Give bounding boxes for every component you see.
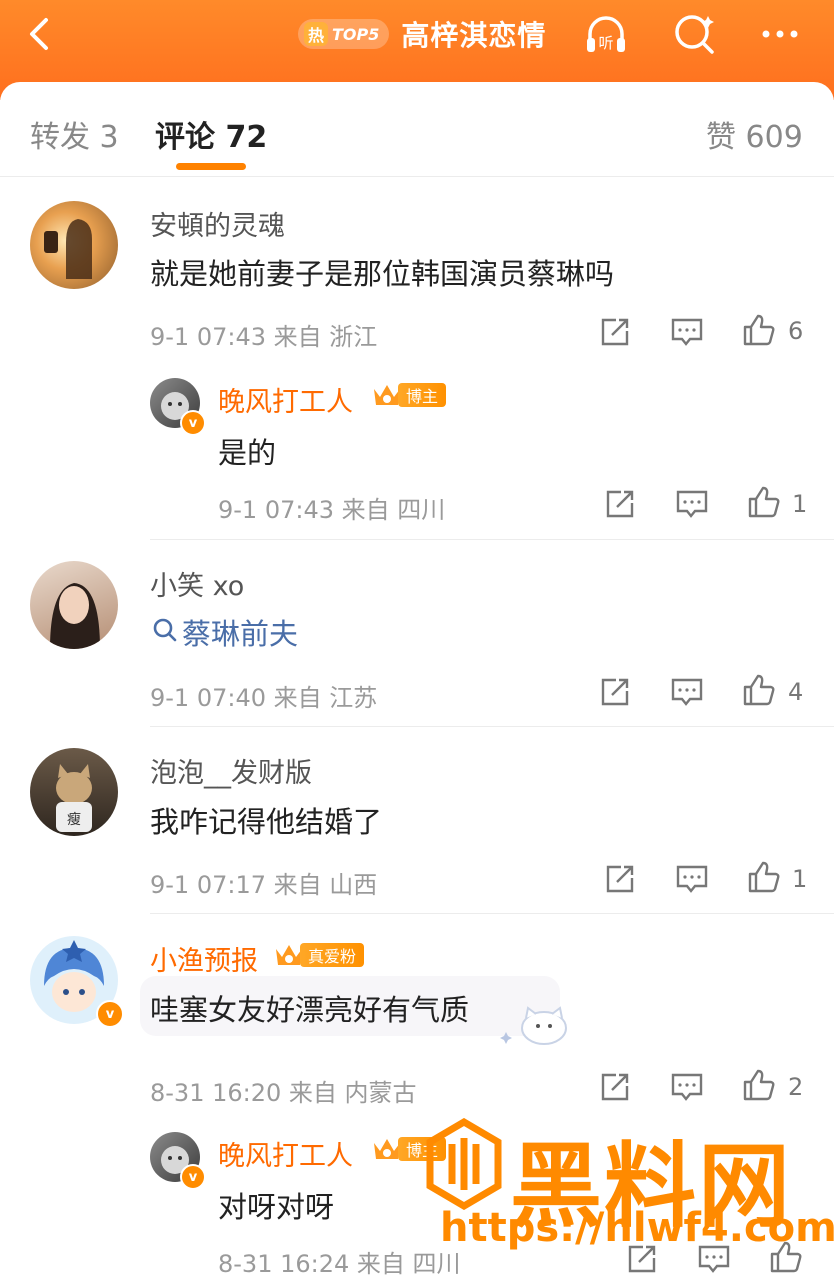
author-badge: 博主 [372, 382, 447, 408]
comment-username[interactable]: 小笑 xo [150, 564, 244, 603]
reply-text: 对呀对呀 [218, 1190, 335, 1224]
comment-meta: 8-31 16:20 来自 内蒙古 [150, 1079, 417, 1107]
active-tab-indicator [176, 163, 246, 170]
tab-comments[interactable]: 评论 72 [155, 112, 267, 156]
author-badge-label: 博主 [398, 383, 447, 407]
search-link-icon [153, 618, 177, 642]
like-thumb-icon[interactable] [742, 1068, 776, 1102]
verified-badge-icon: v [96, 1000, 124, 1028]
like-count: 1 [792, 490, 808, 518]
comment-icon[interactable] [675, 862, 709, 896]
person-portrait-icon [50, 583, 100, 649]
comment-icon[interactable] [670, 315, 704, 349]
watermark-url: https://hlwf4.com [440, 1205, 834, 1251]
share-icon[interactable] [598, 315, 632, 349]
divider [150, 726, 834, 727]
tab-likes[interactable]: 赞 609 [706, 112, 803, 156]
reply-username[interactable]: 晚风打工人 [218, 1134, 353, 1173]
fan-badge: 真爱粉 [274, 942, 365, 968]
watermark-logo-icon [426, 1118, 502, 1210]
reply-username[interactable]: 晚风打工人 [218, 380, 353, 419]
avatar[interactable] [30, 201, 118, 289]
fan-badge-label: 真爱粉 [300, 943, 365, 967]
comment-icon[interactable] [675, 487, 709, 521]
like-count: 1 [792, 865, 808, 893]
comment-meta: 9-1 07:43 来自 浙江 [150, 323, 378, 351]
share-icon[interactable] [603, 487, 637, 521]
cat-sticker-icon [500, 1006, 567, 1045]
listen-headphones-icon[interactable]: 听 [582, 10, 630, 58]
like-count: 2 [788, 1073, 804, 1101]
like-thumb-icon[interactable] [742, 313, 776, 347]
topic-title-area[interactable]: 热 TOP5 高梓淇恋情 [298, 14, 546, 54]
cat-photo-icon: 瘦 [56, 764, 92, 832]
tab-repost[interactable]: 转发 3 [30, 112, 119, 156]
verified-badge-icon: v [180, 1164, 206, 1190]
comment-icon[interactable] [670, 1070, 704, 1104]
comment-meta: 9-1 07:17 来自 山西 [150, 871, 378, 899]
comment-username[interactable]: 安頓的灵魂 [150, 204, 285, 243]
comment-username[interactable]: 小渔预报 [150, 939, 258, 978]
svg-text:听: 听 [598, 34, 613, 52]
like-thumb-icon[interactable] [747, 860, 781, 894]
like-count: 4 [788, 678, 804, 706]
search-icon[interactable] [670, 10, 718, 58]
divider [150, 913, 834, 914]
verified-badge-icon: v [180, 410, 206, 436]
reply-meta: 8-31 16:24 来自 四川 [218, 1250, 461, 1278]
comment-username[interactable]: 泡泡__发财版 [150, 751, 312, 790]
comment-meta: 9-1 07:40 来自 江苏 [150, 684, 378, 712]
more-options-icon[interactable] [756, 10, 804, 58]
like-count: 6 [788, 317, 804, 345]
reply-text: 是的 [218, 436, 277, 470]
search-topic-link[interactable]: 蔡琳前夫 [182, 611, 298, 653]
hot-icon: 热 [304, 22, 328, 46]
lantern-silhouette-icon [44, 219, 92, 279]
avatar[interactable] [30, 561, 118, 649]
share-icon[interactable] [603, 862, 637, 896]
avatar[interactable]: 瘦 [30, 748, 118, 836]
like-thumb-icon[interactable] [747, 485, 781, 519]
comment-text: 就是她前妻子是那位韩国演员蔡琳吗 [150, 257, 615, 291]
comment-text: 我咋记得他结婚了 [150, 805, 383, 839]
comment-icon[interactable] [670, 675, 704, 709]
share-icon[interactable] [598, 1070, 632, 1104]
share-icon[interactable] [598, 675, 632, 709]
back-arrow-icon[interactable] [20, 14, 60, 54]
hot-rank-label: TOP5 [332, 24, 380, 44]
reply-meta: 9-1 07:43 来自 四川 [218, 496, 446, 524]
hot-rank-badge: 热 TOP5 [298, 19, 390, 49]
svg-text:瘦: 瘦 [67, 811, 81, 828]
topic-title: 高梓淇恋情 [401, 19, 547, 52]
like-thumb-icon[interactable] [742, 673, 776, 707]
divider [150, 539, 834, 540]
comment-text: 哇塞女友好漂亮好有气质 [150, 993, 470, 1027]
